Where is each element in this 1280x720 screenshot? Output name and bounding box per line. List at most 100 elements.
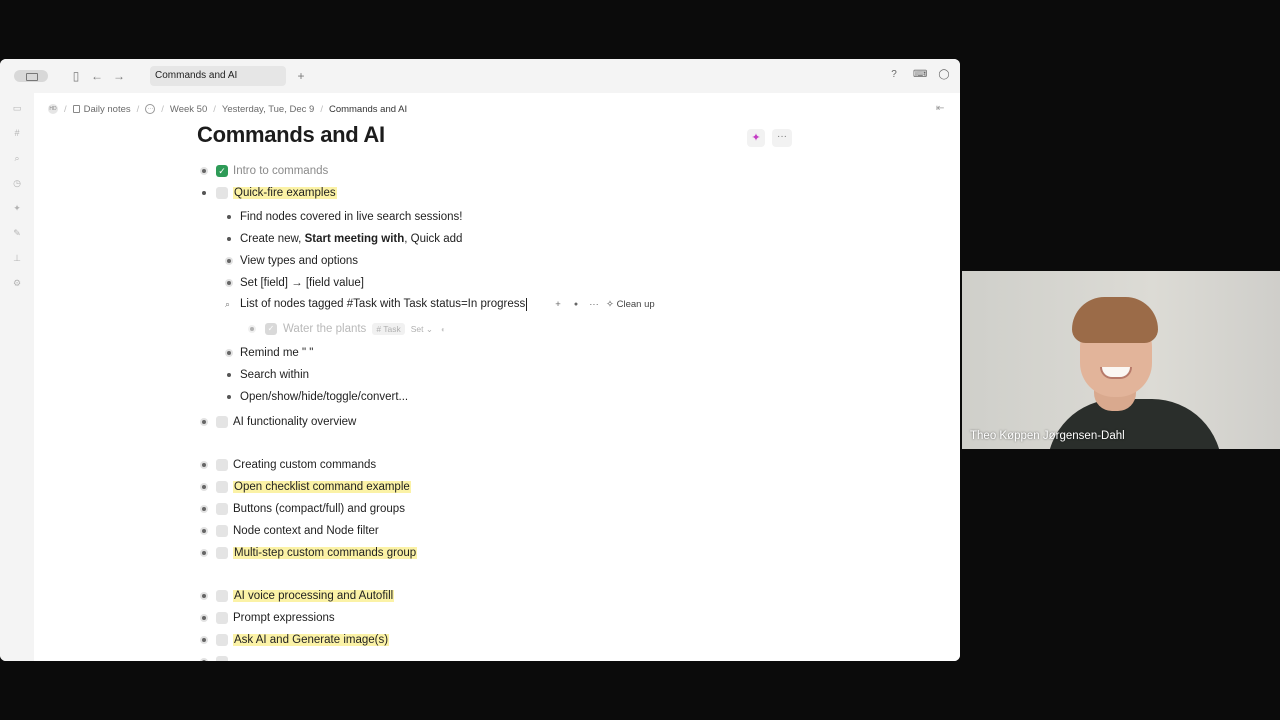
node-ai-voice[interactable]: AI voice processing and Autofill [233, 587, 395, 605]
bullet-icon[interactable] [200, 614, 208, 622]
workspace-avatar[interactable]: HD [48, 104, 58, 114]
forward-arrow-icon[interactable]: → [111, 68, 127, 84]
checked-checkbox-icon[interactable]: ✓ [216, 165, 228, 177]
bullet-icon[interactable] [225, 279, 233, 287]
breadcrumb-week[interactable]: Week 50 [170, 104, 207, 115]
inbox-icon[interactable]: ▭ [11, 102, 23, 114]
bullet-icon[interactable] [225, 371, 233, 379]
bullet-icon[interactable] [248, 325, 256, 333]
bullet-icon[interactable] [200, 418, 208, 426]
user-icon[interactable]: ◯ [938, 69, 950, 81]
node-open-checklist[interactable]: Open checklist command example [233, 478, 411, 496]
search-node-icon[interactable]: ⌕ [225, 299, 230, 310]
bullet-icon[interactable] [225, 257, 233, 265]
node-text: Find nodes covered in live search sessio… [240, 211, 463, 223]
workspace-switcher[interactable] [14, 70, 48, 82]
checked-checkbox-icon[interactable]: ✓ [265, 323, 277, 335]
checkbox[interactable] [216, 187, 228, 199]
node-ai-overview[interactable]: AI functionality overview [233, 413, 356, 431]
collapse-panel-icon[interactable]: ⇤ [936, 103, 944, 114]
breadcrumb: HD / Daily notes / ··· / Week 50 / Yeste… [48, 103, 408, 115]
bullet-icon[interactable] [200, 658, 208, 661]
node-creating-custom[interactable]: Creating custom commands [233, 456, 376, 474]
node-view-types[interactable]: View types and options [240, 252, 358, 270]
ai-sparkle-icon[interactable]: ✦ [11, 202, 23, 214]
checkbox[interactable] [216, 634, 228, 646]
node-text: Ask AI and Generate image(s) [233, 634, 390, 646]
bullet-icon[interactable] [200, 527, 208, 535]
history-icon[interactable]: ◷ [11, 177, 23, 189]
node-quick-fire-examples[interactable]: Quick-fire examples [233, 184, 337, 202]
bullet-icon[interactable] [200, 483, 208, 491]
search-query-text[interactable]: List of nodes tagged #Task with Task sta… [240, 298, 525, 310]
back-arrow-icon[interactable]: ← [89, 68, 105, 84]
node-create-new[interactable]: Create new, Start meeting with, Quick ad… [240, 230, 462, 248]
node-text: Remind me " " [240, 347, 314, 359]
page-title[interactable]: Commands and AI [197, 122, 385, 148]
breadcrumb-current[interactable]: Commands and AI [329, 104, 407, 115]
edit-icon[interactable]: ✎ [11, 227, 23, 239]
more-options-button[interactable]: ··· [772, 129, 792, 147]
checkbox[interactable] [216, 656, 228, 661]
keyboard-icon[interactable]: ⌨ [913, 69, 927, 81]
checkbox[interactable] [216, 459, 228, 471]
pin-icon[interactable]: ⊥ [11, 252, 23, 264]
clean-up-label: Clean up [616, 298, 655, 310]
node-text: Create new, [240, 233, 305, 245]
checkbox[interactable] [216, 503, 228, 515]
bullet-icon[interactable] [225, 213, 233, 221]
node-prompt-expressions[interactable]: Prompt expressions [233, 609, 335, 627]
task-tag-chip[interactable]: # Task [372, 323, 405, 335]
new-tab-button[interactable]: + [293, 68, 309, 84]
node-text: Multi-step custom commands group [233, 547, 418, 559]
breadcrumb-daily-notes[interactable]: Daily notes [84, 104, 131, 115]
node-search-within[interactable]: Search within [240, 366, 309, 384]
help-icon[interactable]: ? [888, 69, 900, 81]
hashtag-icon[interactable]: # [11, 127, 23, 139]
bullet-icon[interactable] [225, 349, 233, 357]
set-field-chip[interactable]: Set ⌄ [411, 324, 433, 335]
node-find-nodes[interactable]: Find nodes covered in live search sessio… [240, 208, 462, 226]
node-text: Intro to commands [233, 165, 329, 177]
node-intro-to-commands[interactable]: Intro to commands [233, 162, 328, 180]
checkbox[interactable] [216, 590, 228, 602]
clean-up-button[interactable]: ✧ Clean up [606, 299, 655, 310]
bullet-icon[interactable] [200, 636, 208, 644]
checkbox[interactable] [216, 481, 228, 493]
add-icon[interactable]: + [552, 299, 564, 310]
tab-commands-and-ai[interactable]: Commands and AI [150, 66, 286, 86]
record-dot-icon[interactable]: ● [570, 301, 582, 308]
node-node-context[interactable]: Node context and Node filter [233, 522, 379, 540]
node-open-show[interactable]: Open/show/hide/toggle/convert... [240, 388, 408, 406]
bullet-icon[interactable] [225, 393, 233, 401]
bullet-icon[interactable] [200, 167, 208, 175]
bullet-icon[interactable] [200, 189, 208, 197]
more-icon[interactable]: ··· [588, 299, 600, 310]
checkbox[interactable] [216, 547, 228, 559]
node-search-query[interactable]: List of nodes tagged #Task with Task sta… [240, 295, 528, 313]
checkbox[interactable] [216, 416, 228, 428]
bullet-icon[interactable] [225, 235, 233, 243]
bullet-icon[interactable] [200, 549, 208, 557]
node-remind-me[interactable]: Remind me " " [240, 344, 313, 362]
node-text: View types and options [240, 255, 359, 267]
bullet-icon[interactable] [200, 505, 208, 513]
search-result-water-plants[interactable]: Water the plants # Task Set ⌄ ◐ [283, 320, 446, 338]
node-text: Open/show/hide/toggle/convert... [240, 391, 409, 403]
bullet-icon[interactable] [200, 461, 208, 469]
node-buttons[interactable]: Buttons (compact/full) and groups [233, 500, 405, 518]
checkbox[interactable] [216, 612, 228, 624]
node-ask-ai[interactable]: Ask AI and Generate image(s) [233, 631, 390, 649]
node-set-field[interactable]: Set [field] → [field value] [240, 274, 364, 292]
checkbox[interactable] [216, 525, 228, 537]
ai-sparkle-button[interactable]: ✦ [747, 129, 765, 147]
bullet-icon[interactable] [200, 592, 208, 600]
sidebar-toggle-icon[interactable]: ▯ [68, 68, 84, 84]
node-multistep[interactable]: Multi-step custom commands group [233, 544, 418, 562]
node-text-bold: Start meeting with [304, 233, 405, 245]
breadcrumb-day[interactable]: Yesterday, Tue, Dec 9 [222, 104, 314, 115]
settings-icon[interactable]: ⚙ [11, 277, 23, 289]
mic-icon[interactable]: ◐ [441, 325, 446, 334]
ellipsis-icon[interactable]: ··· [145, 104, 156, 114]
search-icon[interactable]: ⌕ [11, 152, 23, 164]
